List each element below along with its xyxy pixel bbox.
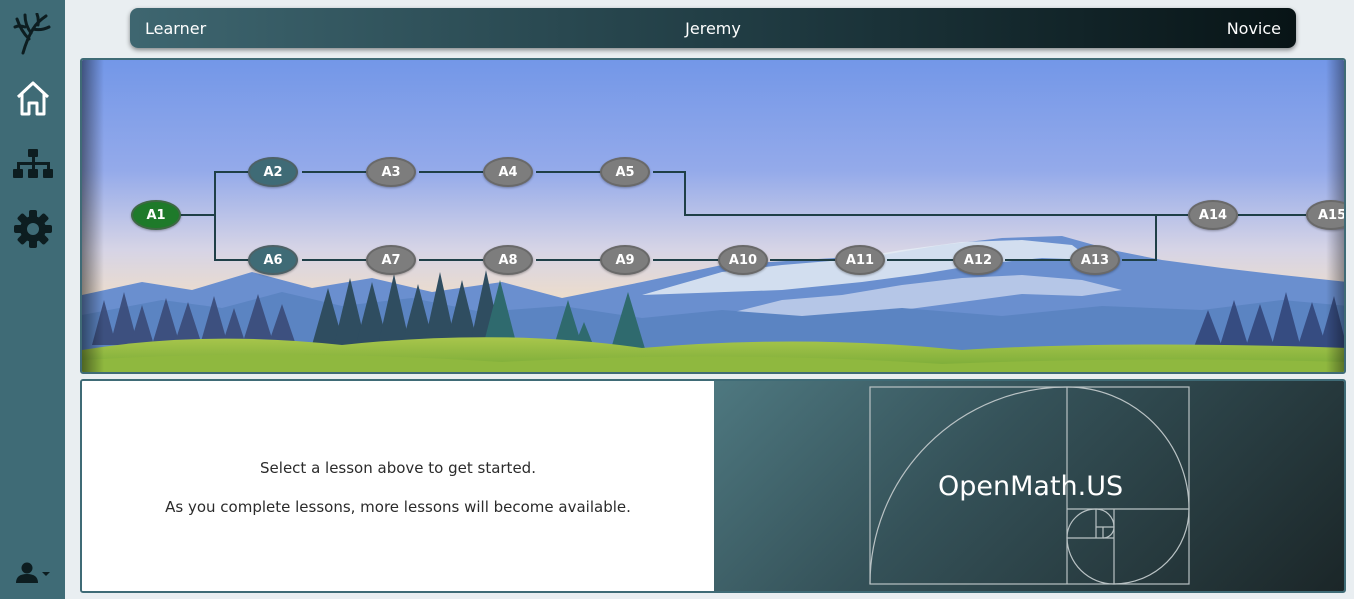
lesson-node-a1[interactable]: A1: [131, 200, 181, 230]
lesson-node-a2[interactable]: A2: [248, 157, 298, 187]
lesson-node-a5[interactable]: A5: [600, 157, 650, 187]
instruction-line-1: Select a lesson above to get started.: [260, 459, 536, 477]
user-menu[interactable]: [0, 560, 65, 586]
home-icon[interactable]: [0, 78, 65, 118]
sidebar: [0, 0, 65, 599]
header-bar: Jeremy Learner Novice: [130, 8, 1296, 48]
role-label: Learner: [145, 19, 207, 38]
tree-branch-icon[interactable]: [0, 12, 65, 56]
brand-banner: OpenMath.US: [714, 381, 1344, 591]
lesson-node-a4[interactable]: A4: [483, 157, 533, 187]
sitemap-icon[interactable]: [0, 146, 65, 182]
lesson-node-a10[interactable]: A10: [718, 245, 768, 275]
landscape-illustration: [82, 60, 1344, 372]
gear-icon[interactable]: [0, 208, 65, 250]
brand-name: OpenMath.US: [938, 471, 1124, 502]
instructions-area: Select a lesson above to get started. As…: [82, 381, 714, 591]
info-panel: Select a lesson above to get started. As…: [80, 379, 1346, 593]
lesson-node-a8[interactable]: A8: [483, 245, 533, 275]
lesson-map: A1 A2 A3 A4 A5 A6 A7 A8 A9 A10 A11 A12 A…: [80, 58, 1346, 374]
level-label: Novice: [1226, 19, 1281, 38]
lesson-node-a9[interactable]: A9: [600, 245, 650, 275]
lesson-node-a13[interactable]: A13: [1070, 245, 1120, 275]
lesson-node-a14[interactable]: A14: [1188, 200, 1238, 230]
lesson-node-a6[interactable]: A6: [248, 245, 298, 275]
instruction-line-2: As you complete lessons, more lessons wi…: [165, 498, 631, 516]
lesson-node-a12[interactable]: A12: [953, 245, 1003, 275]
lesson-node-a11[interactable]: A11: [835, 245, 885, 275]
lesson-node-a7[interactable]: A7: [366, 245, 416, 275]
lesson-node-a3[interactable]: A3: [366, 157, 416, 187]
user-name: Jeremy: [685, 19, 741, 38]
